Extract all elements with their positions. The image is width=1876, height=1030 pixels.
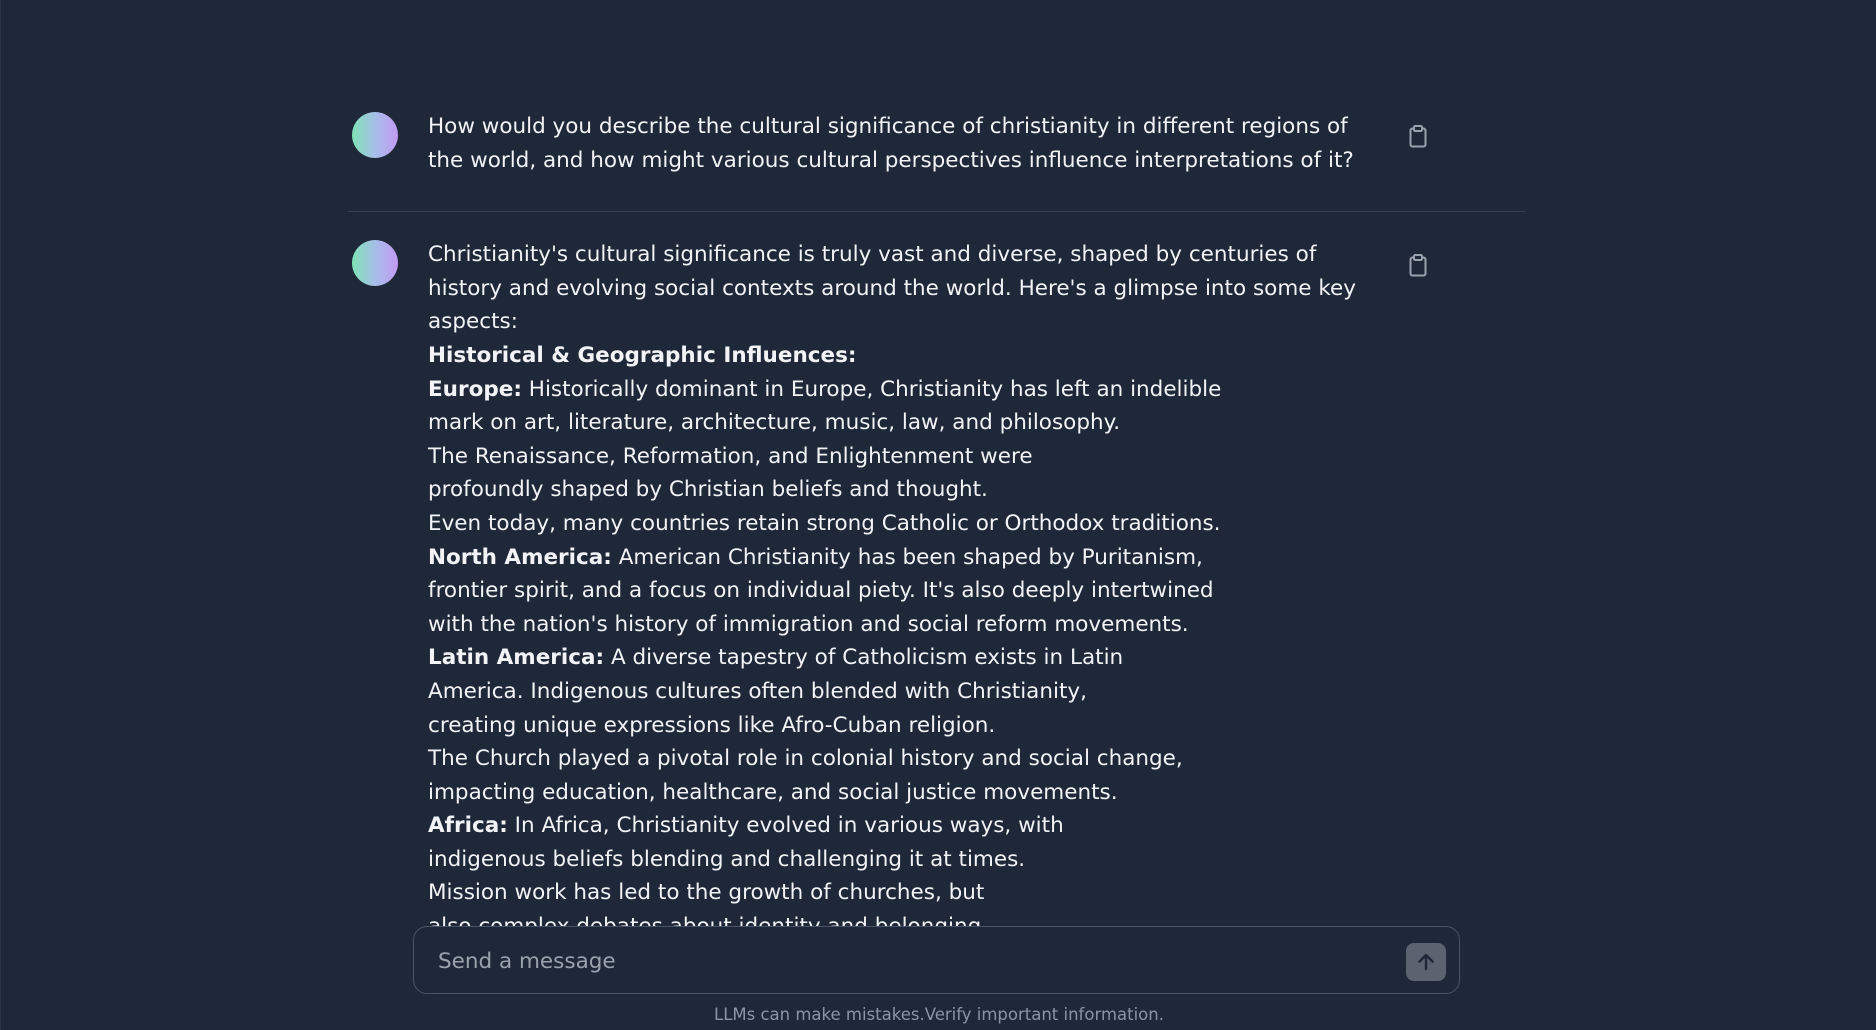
user-avatar (352, 112, 398, 158)
message-thread: How would you describe the cultural sign… (348, 108, 1526, 976)
section-heading: Historical & Geographic Influences: (428, 342, 857, 368)
arrow-up-icon (1418, 953, 1434, 971)
europe-label: Europe: (428, 376, 522, 402)
assistant-message-text: Christianity's cultural significance is … (428, 238, 1368, 943)
europe-paragraph: Europe: Historically dominant in Europe,… (428, 373, 1368, 407)
send-button[interactable] (1406, 943, 1446, 981)
chat-page: How would you describe the cultural sign… (0, 0, 1876, 1030)
user-message: How would you describe the cultural sign… (348, 108, 1526, 213)
north-america-paragraph: North America: American Christianity has… (428, 541, 1368, 575)
clipboard-icon[interactable] (1407, 253, 1429, 277)
europe-line: profoundly shaped by Christian beliefs a… (428, 477, 988, 503)
latin-america-line: creating unique expressions like Afro-Cu… (428, 712, 996, 738)
assistant-message: Christianity's cultural significance is … (348, 212, 1526, 975)
latin-america-line: impacting education, healthcare, and soc… (428, 779, 1118, 805)
europe-line: Historically dominant in Europe, Christi… (521, 376, 1222, 402)
latin-america-line: The Church played a pivotal role in colo… (428, 746, 1183, 772)
africa-line: In Africa, Christianity evolved in vario… (507, 813, 1064, 839)
latin-america-paragraph: Latin America: A diverse tapestry of Cat… (428, 641, 1368, 675)
user-message-text: How would you describe the cultural sign… (428, 114, 1354, 173)
europe-line: Even today, many countries retain strong… (428, 510, 1221, 536)
africa-label: Africa: (428, 813, 508, 839)
latin-america-label: Latin America: (428, 645, 605, 671)
europe-line: The Renaissance, Reformation, and Enligh… (428, 443, 1033, 469)
africa-paragraph: Africa: In Africa, Christianity evolved … (428, 809, 1368, 843)
assistant-avatar (352, 240, 398, 287)
clipboard-icon[interactable] (1407, 124, 1429, 148)
north-america-line: with the nation's history of immigration… (428, 611, 1189, 637)
africa-line: indigenous beliefs blending and challeng… (428, 846, 1026, 872)
message-input[interactable] (436, 927, 1400, 995)
latin-america-line: America. Indigenous cultures often blend… (428, 678, 1087, 704)
africa-line: Mission work has led to the growth of ch… (428, 880, 985, 906)
latin-america-line: A diverse tapestry of Catholicism exists… (604, 645, 1124, 671)
europe-line: mark on art, literature, architecture, m… (428, 410, 1121, 436)
north-america-line: frontier spirit, and a focus on individu… (428, 578, 1214, 604)
message-composer (413, 926, 1460, 995)
north-america-line: American Christianity has been shaped by… (611, 544, 1203, 570)
north-america-label: North America: (428, 544, 612, 570)
assistant-intro: Christianity's cultural significance is … (428, 242, 1356, 335)
disclaimer-text: LLMs can make mistakes.Verify important … (714, 1005, 1164, 1024)
